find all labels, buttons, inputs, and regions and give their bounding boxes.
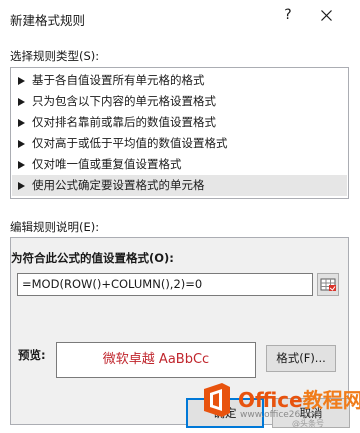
rule-type-item-label: 仅对高于或低于平均值的数值设置格式 <box>32 136 228 150</box>
triangle-bullet-icon <box>18 77 25 85</box>
dialog-title: 新建格式规则 <box>10 13 86 28</box>
close-icon <box>320 10 332 21</box>
format-button[interactable]: 格式(F)... <box>266 345 336 372</box>
triangle-bullet-icon <box>18 98 25 106</box>
close-button[interactable] <box>315 6 337 26</box>
rule-type-item[interactable]: 仅对唯一值或重复值设置格式 <box>12 154 347 175</box>
triangle-bullet-icon <box>18 161 25 169</box>
rule-type-item-label: 只为包含以下内容的单元格设置格式 <box>32 94 216 108</box>
triangle-bullet-icon <box>18 119 25 127</box>
help-button[interactable]: ? <box>280 7 296 25</box>
rule-type-item[interactable]: 基于各自值设置所有单元格的格式 <box>12 70 347 91</box>
rule-type-item-label: 仅对排名靠前或靠后的数值设置格式 <box>32 115 216 129</box>
office-logo-icon <box>204 383 230 417</box>
description-label: 编辑规则说明(E): <box>10 220 100 234</box>
triangle-bullet-icon <box>18 182 25 190</box>
title-bar: 新建格式规则 ? <box>0 0 360 34</box>
watermark-handle: @头条号 <box>292 419 324 428</box>
range-select-button[interactable] <box>317 273 339 296</box>
rule-type-label: 选择规则类型(S): <box>10 49 100 63</box>
preview-sample: 微软卓越 AaBbCc <box>56 342 256 378</box>
rule-type-item-label: 基于各自值设置所有单元格的格式 <box>32 73 205 87</box>
rule-type-item[interactable]: 仅对高于或低于平均值的数值设置格式 <box>12 133 347 154</box>
formula-input[interactable]: =MOD(ROW()+COLUMN(),2)=0 <box>17 273 313 296</box>
rule-type-item[interactable]: 只为包含以下内容的单元格设置格式 <box>12 91 347 112</box>
rule-type-item-label: 使用公式确定要设置格式的单元格 <box>32 178 205 192</box>
rule-type-item[interactable]: 仅对排名靠前或靠后的数值设置格式 <box>12 112 347 133</box>
site-watermark: Office教程网 www.office26.com @头条号 <box>196 378 360 430</box>
formula-label: 为符合此公式的值设置格式(O): <box>11 251 174 265</box>
rule-type-item-selected[interactable]: 使用公式确定要设置格式的单元格 <box>12 175 347 196</box>
watermark-brand: Office教程网 <box>238 384 360 413</box>
watermark-brand-cn: 教程网 <box>302 388 360 412</box>
triangle-bullet-icon <box>18 140 25 148</box>
rule-type-item-label: 仅对唯一值或重复值设置格式 <box>32 157 182 171</box>
collapse-dialog-icon <box>320 278 336 291</box>
rule-type-list[interactable]: 基于各自值设置所有单元格的格式 只为包含以下内容的单元格设置格式 仅对排名靠前或… <box>10 67 349 199</box>
watermark-brand-en: Office <box>238 388 303 412</box>
preview-label: 预览: <box>18 348 46 362</box>
